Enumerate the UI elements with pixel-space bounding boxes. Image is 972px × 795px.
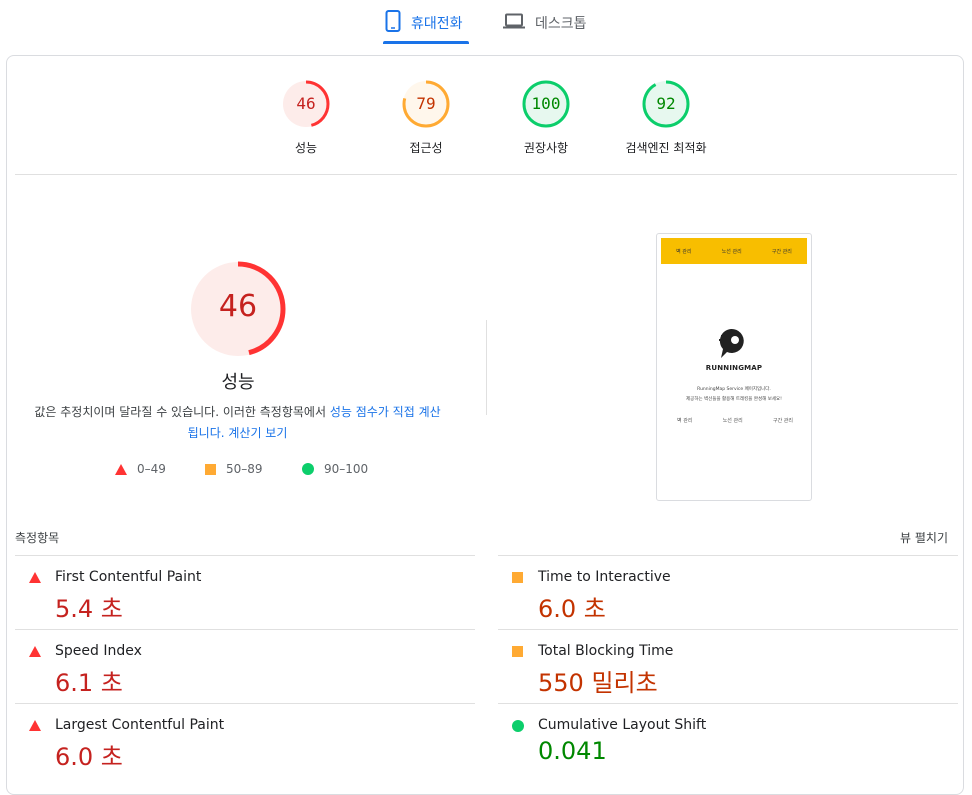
tab-mobile-label: 휴대전화	[411, 15, 463, 32]
preview-link: 구간 관리	[772, 418, 793, 424]
metric-item: Speed Index 6.1 초	[15, 629, 475, 704]
legend-average-label: 50–89	[226, 462, 263, 476]
vertical-divider	[486, 320, 487, 415]
tab-mobile[interactable]: 휴대전화	[385, 0, 463, 45]
gauge-score: 92	[656, 94, 676, 113]
metric-item: Total Blocking Time 550 밀리초	[498, 629, 958, 704]
laptop-icon	[503, 13, 525, 33]
legend-pass: 90–100	[302, 462, 368, 476]
preview-link: 노선 관리	[722, 418, 743, 424]
metric-value: 6.0 초	[55, 743, 123, 771]
smartphone-icon	[385, 9, 401, 36]
runningmap-logo-icon	[719, 328, 744, 358]
legend-pass-label: 90–100	[324, 462, 369, 476]
preview-navbar: 벽 관리 노선 관리 구간 관리	[661, 238, 807, 264]
active-tab-indicator	[383, 41, 469, 44]
calculator-link[interactable]: 계산기 보기	[228, 426, 287, 440]
page-screenshot-preview: 벽 관리 노선 관리 구간 관리 RUNNINGMAP RunningMap S…	[656, 233, 812, 501]
legend-fail: 0–49	[115, 462, 166, 476]
metric-value: 6.1 초	[55, 669, 123, 697]
gauge-score: 100	[531, 94, 561, 113]
gauge-label: 성능	[294, 141, 318, 155]
square-icon	[512, 572, 523, 583]
preview-nav-item: 노선 관리	[721, 248, 742, 255]
preview-line-1: RunningMap Service 페이지입니다.	[697, 387, 771, 392]
square-icon	[512, 646, 523, 657]
metric-value: 0.041	[538, 737, 607, 765]
description-text: 값은 추정치이며 달라질 수 있습니다. 이러한 측정항목에서	[34, 405, 327, 419]
metric-value: 6.0 초	[538, 595, 606, 623]
gauge-label: 접근성	[409, 141, 443, 155]
gauges-divider	[15, 174, 957, 175]
triangle-icon	[115, 463, 127, 475]
performance-score: 46	[218, 289, 258, 324]
legend-average: 50–89	[205, 462, 263, 476]
metric-item: Time to Interactive 6.0 초	[498, 555, 958, 630]
metric-name: Time to Interactive	[538, 569, 671, 585]
performance-title: 성능	[221, 372, 255, 393]
metric-name: Total Blocking Time	[538, 643, 674, 659]
expand-view-button[interactable]: 뷰 펼치기	[900, 529, 948, 546]
metric-name: First Contentful Paint	[55, 569, 202, 585]
metric-name: Speed Index	[55, 643, 142, 659]
metric-value: 5.4 초	[55, 595, 123, 623]
circle-icon	[302, 463, 314, 475]
preview-link: 벽 관리	[677, 418, 693, 424]
preview-links: 벽 관리 노선 관리 구간 관리	[677, 417, 793, 424]
triangle-icon	[29, 646, 41, 657]
square-icon	[205, 463, 216, 475]
gauge-label: 검색엔진 최적화	[625, 141, 707, 155]
triangle-icon	[29, 572, 41, 583]
preview-line-2: 제공하는 벽선들을 활용해 트레킹을 완성해 보세요!	[686, 397, 782, 402]
gauge-score: 79	[416, 94, 436, 113]
metrics-title: 측정항목	[15, 531, 60, 545]
circle-icon	[512, 720, 524, 732]
metric-value: 550 밀리초	[538, 669, 658, 697]
metric-name: Cumulative Layout Shift	[538, 717, 707, 733]
metric-name: Largest Contentful Paint	[55, 717, 225, 733]
performance-description: 값은 추정치이며 달라질 수 있습니다. 이러한 측정항목에서 성능 점수가 직…	[30, 402, 445, 444]
triangle-icon	[29, 720, 41, 731]
preview-brand: RUNNINGMAP	[705, 364, 763, 372]
tab-desktop-label: 데스크톱	[535, 15, 587, 32]
metric-item: Cumulative Layout Shift 0.041	[498, 703, 958, 778]
metric-item: Largest Contentful Paint 6.0 초	[15, 703, 475, 778]
gauge-score: 46	[296, 94, 316, 113]
legend-fail-label: 0–49	[137, 462, 166, 476]
gauge-label: 권장사항	[523, 141, 569, 155]
preview-nav-item: 구간 관리	[771, 248, 792, 255]
metric-item: First Contentful Paint 5.4 초	[15, 555, 475, 630]
preview-nav-item: 벽 관리	[676, 248, 692, 255]
tab-desktop[interactable]: 데스크톱	[503, 0, 587, 45]
